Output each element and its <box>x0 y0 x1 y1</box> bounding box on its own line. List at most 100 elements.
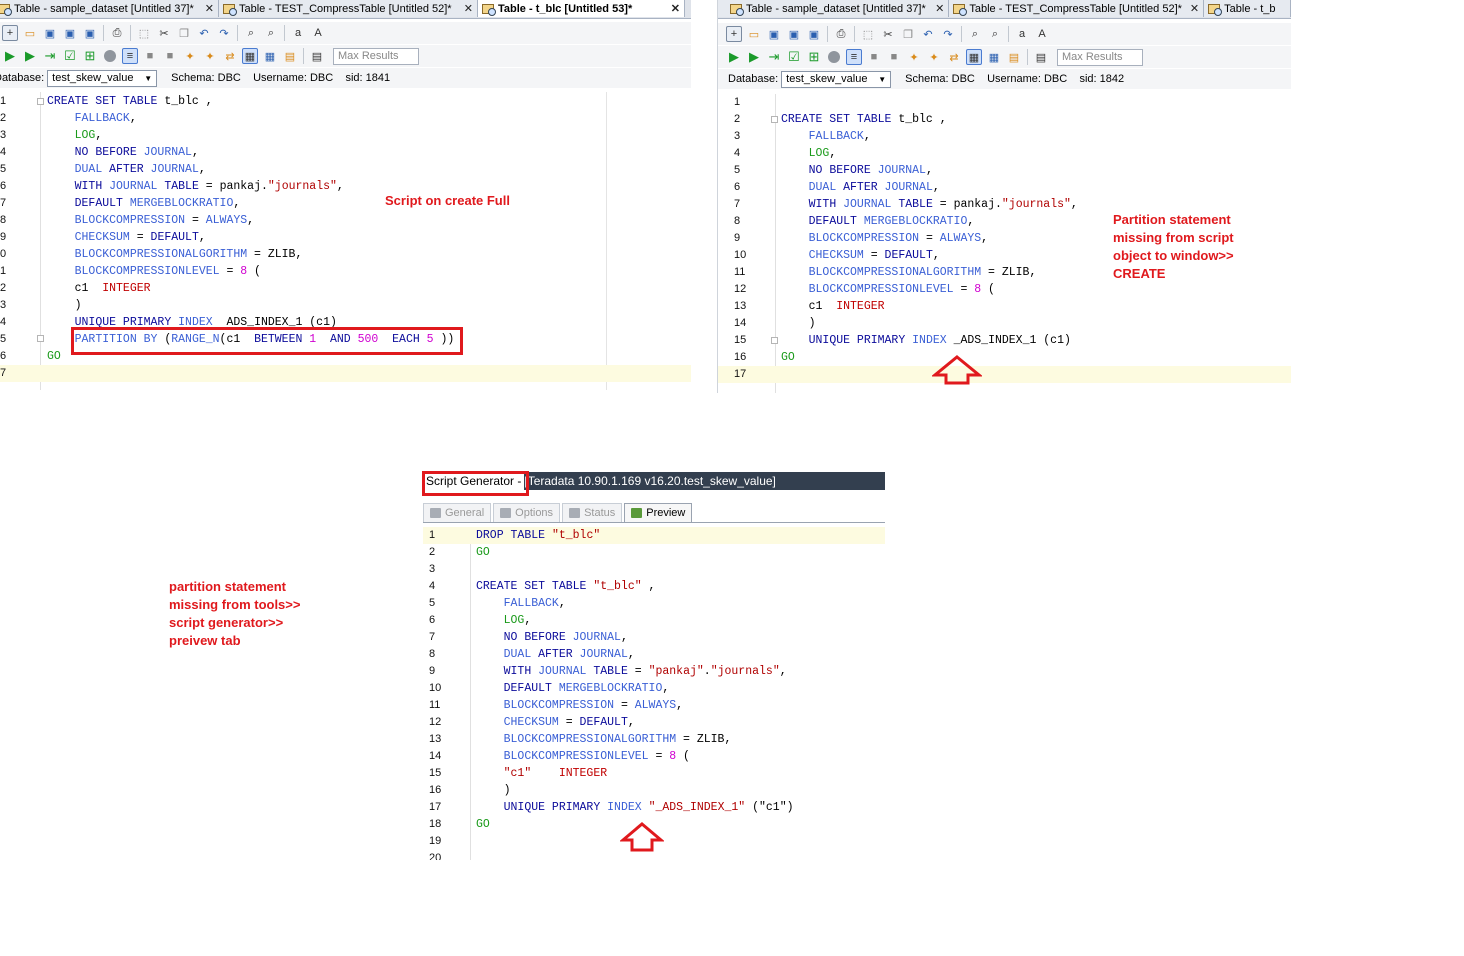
open-folder-icon[interactable]: ▭ <box>22 25 38 41</box>
uppercase-icon[interactable]: A <box>1034 26 1050 42</box>
select-icon[interactable]: ⬚ <box>136 25 152 41</box>
code-line[interactable]: 1 DROP TABLE "t_blc" <box>423 527 885 544</box>
code-line[interactable]: 3 <box>423 561 885 578</box>
code-line[interactable]: 5 DUAL AFTER JOURNAL, <box>0 161 691 178</box>
text-results-icon[interactable]: ▤ <box>309 48 325 64</box>
grid-results-icon[interactable]: ▦ <box>966 49 982 65</box>
commit-icon[interactable]: ■ <box>142 48 158 64</box>
print-icon[interactable]: ⎙ <box>109 25 125 41</box>
stop-icon[interactable] <box>104 50 116 62</box>
code-line[interactable]: 4 CREATE SET TABLE "t_blc" , <box>423 578 885 595</box>
lowercase-icon[interactable]: a <box>290 25 306 41</box>
close-icon[interactable]: ✕ <box>1182 2 1199 15</box>
save-icon[interactable]: ▣ <box>42 25 58 41</box>
execute-export-icon[interactable]: ⊞ <box>806 49 822 65</box>
code-line[interactable]: 12 BLOCKCOMPRESSIONLEVEL = 8 ( <box>718 281 1291 298</box>
database-select[interactable]: test_skew_value ▼ <box>781 70 892 88</box>
tab-test-compresstable[interactable]: Table - TEST_CompressTable [Untitled 52]… <box>949 0 1205 17</box>
save-as-icon[interactable]: ▣ <box>786 26 802 42</box>
tab-options[interactable]: Options <box>493 503 561 522</box>
code-line[interactable]: 7 NO BEFORE JOURNAL, <box>423 629 885 646</box>
grid-icon[interactable]: ▦ <box>262 48 278 64</box>
code-line[interactable]: 6 DUAL AFTER JOURNAL, <box>718 179 1291 196</box>
execute-explain-icon[interactable]: ☑ <box>786 49 802 65</box>
code-line[interactable]: 14 ) <box>718 315 1291 332</box>
code-line[interactable]: 3 FALLBACK, <box>718 128 1291 145</box>
tab-t-blc[interactable]: Table - t_blc [Untitled 53]* ✕ <box>478 0 685 17</box>
result-window-icon[interactable]: ▤ <box>1006 49 1022 65</box>
code-line[interactable]: 4 NO BEFORE JOURNAL, <box>0 144 691 161</box>
save-as-icon[interactable]: ▣ <box>62 25 78 41</box>
redo-icon[interactable]: ↷ <box>216 25 232 41</box>
execute-explain-icon[interactable]: ☑ <box>62 48 78 64</box>
code-line[interactable]: 13 c1 INTEGER <box>718 298 1291 315</box>
tab-test-compresstable[interactable]: Table - TEST_CompressTable [Untitled 52]… <box>219 0 478 17</box>
code-line[interactable]: 7 DEFAULT MERGEBLOCKRATIO, <box>0 195 691 212</box>
format-icon[interactable]: ≡ <box>122 48 138 64</box>
cut-icon[interactable]: ✂ <box>156 25 172 41</box>
history-icon[interactable]: ⇄ <box>946 49 962 65</box>
grid-results-icon[interactable]: ▦ <box>242 48 258 64</box>
close-icon[interactable]: ✕ <box>197 2 214 15</box>
execute-step-icon[interactable]: ⇥ <box>42 48 58 64</box>
code-line[interactable]: 16 ) <box>423 782 885 799</box>
code-line[interactable]: 8 BLOCKCOMPRESSION = ALWAYS, <box>0 212 691 229</box>
code-line[interactable]: 1 CREATE SET TABLE t_blc , <box>0 93 691 110</box>
rollback-icon[interactable]: ■ <box>886 49 902 65</box>
new-file-icon[interactable]: + <box>2 25 18 41</box>
plugin-icon[interactable]: ✦ <box>182 48 198 64</box>
code-line[interactable]: 2 FALLBACK, <box>0 110 691 127</box>
undo-icon[interactable]: ↶ <box>920 26 936 42</box>
plugin-two-icon[interactable]: ✦ <box>926 49 942 65</box>
code-line[interactable]: 15 "c1" INTEGER <box>423 765 885 782</box>
tab-preview[interactable]: Preview <box>624 503 693 522</box>
open-folder-icon[interactable]: ▭ <box>746 26 762 42</box>
close-icon[interactable]: ✕ <box>927 2 944 15</box>
tab-general[interactable]: General <box>423 503 492 522</box>
execute-export-icon[interactable]: ⊞ <box>82 48 98 64</box>
new-file-icon[interactable]: + <box>726 26 742 42</box>
tab-t-blc[interactable]: Table - t_b <box>1204 0 1291 17</box>
find-replace-icon[interactable]: ⌕ <box>263 25 279 41</box>
select-icon[interactable]: ⬚ <box>860 26 876 42</box>
commit-icon[interactable]: ■ <box>866 49 882 65</box>
code-line[interactable]: 6 LOG, <box>423 612 885 629</box>
find-icon[interactable]: ⌕ <box>967 26 983 42</box>
history-icon[interactable]: ⇄ <box>222 48 238 64</box>
cut-icon[interactable]: ✂ <box>880 26 896 42</box>
stop-icon[interactable] <box>828 51 840 63</box>
code-line[interactable]: 15 UNIQUE PRIMARY INDEX _ADS_INDEX_1 (c1… <box>718 332 1291 349</box>
code-line[interactable]: 5 FALLBACK, <box>423 595 885 612</box>
database-select[interactable]: test_skew_value ▼ <box>47 69 158 87</box>
lowercase-icon[interactable]: a <box>1014 26 1030 42</box>
code-line[interactable]: 11 BLOCKCOMPRESSION = ALWAYS, <box>423 697 885 714</box>
find-icon[interactable]: ⌕ <box>243 25 259 41</box>
redo-icon[interactable]: ↷ <box>940 26 956 42</box>
code-line[interactable]: 17 <box>718 366 1291 383</box>
close-icon[interactable]: ✕ <box>456 2 473 15</box>
grid-icon[interactable]: ▦ <box>986 49 1002 65</box>
preview-sql-editor[interactable]: 1 DROP TABLE "t_blc" 2 GO 3 4 CREATE SET TABLE… <box>423 527 885 860</box>
tab-sample-dataset[interactable]: Table - sample_dataset [Untitled 37]* ✕ <box>718 0 950 17</box>
code-line[interactable]: 1 BLOCKCOMPRESSIONLEVEL = 8 ( <box>0 263 691 280</box>
code-line[interactable]: 3 LOG, <box>0 127 691 144</box>
code-line[interactable]: 16 GO <box>718 349 1291 366</box>
copy-icon[interactable]: ❐ <box>176 25 192 41</box>
text-results-icon[interactable]: ▤ <box>1033 49 1049 65</box>
execute-all-icon[interactable]: ▶ <box>2 48 18 64</box>
plugin-two-icon[interactable]: ✦ <box>202 48 218 64</box>
tab-status[interactable]: Status <box>562 503 623 522</box>
plugin-icon[interactable]: ✦ <box>906 49 922 65</box>
save-icon[interactable]: ▣ <box>766 26 782 42</box>
find-replace-icon[interactable]: ⌕ <box>987 26 1003 42</box>
code-line[interactable]: 8 DUAL AFTER JOURNAL, <box>423 646 885 663</box>
max-results-input[interactable]: Max Results <box>333 47 419 65</box>
code-line[interactable]: 12 CHECKSUM = DEFAULT, <box>423 714 885 731</box>
code-line[interactable]: 9 CHECKSUM = DEFAULT, <box>0 229 691 246</box>
execute-all-icon[interactable]: ▶ <box>726 49 742 65</box>
max-results-input[interactable]: Max Results <box>1057 48 1143 66</box>
close-icon[interactable]: ✕ <box>663 2 680 15</box>
print-icon[interactable]: ⎙ <box>833 26 849 42</box>
code-line[interactable]: 2 c1 INTEGER <box>0 280 691 297</box>
execute-icon[interactable]: ▶ <box>22 48 38 64</box>
